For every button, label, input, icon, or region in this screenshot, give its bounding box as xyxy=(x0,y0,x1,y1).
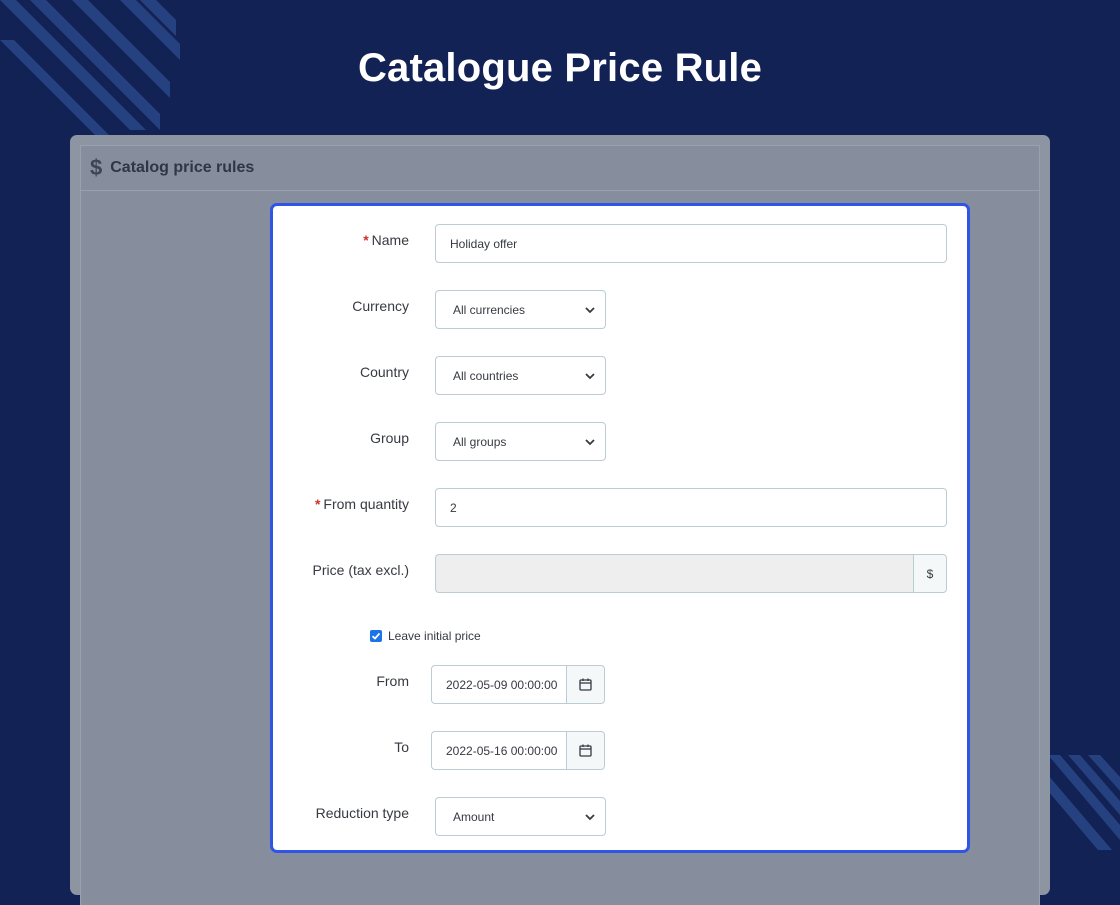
currency-selected: All currencies xyxy=(453,302,526,317)
required-mark: * xyxy=(314,496,321,512)
currency-select[interactable]: All currencies xyxy=(435,290,606,329)
currency-label: Currency xyxy=(352,298,409,314)
price-input-group: $ xyxy=(435,554,947,593)
from-date-group: 2022-05-09 00:00:00 xyxy=(431,665,605,704)
calendar-icon xyxy=(579,678,592,691)
reduction-type-selected: Amount xyxy=(453,809,495,824)
panel-header: $ Catalog price rules xyxy=(81,146,1039,191)
to-date-input[interactable]: 2022-05-16 00:00:00 xyxy=(431,731,566,770)
decorative-stripes xyxy=(1048,755,1120,850)
chevron-down-icon xyxy=(585,813,595,820)
price-label: Price (tax excl.) xyxy=(312,562,409,578)
leave-initial-price-row: Leave initial price xyxy=(370,629,481,643)
calendar-icon xyxy=(579,744,592,757)
reduction-type-select[interactable]: Amount xyxy=(435,797,606,836)
to-date-group: 2022-05-16 00:00:00 xyxy=(431,731,605,770)
name-input[interactable]: Holiday offer xyxy=(435,224,947,263)
group-select[interactable]: All groups xyxy=(435,422,606,461)
from-quantity-label: * From quantity xyxy=(314,496,409,512)
price-input[interactable] xyxy=(435,554,913,593)
chevron-down-icon xyxy=(585,372,595,379)
chevron-down-icon xyxy=(585,438,595,445)
to-calendar-button[interactable] xyxy=(566,731,605,770)
reduction-type-label: Reduction type xyxy=(315,805,409,821)
country-label: Country xyxy=(359,364,409,380)
country-selected: All countries xyxy=(453,368,519,383)
from-label: From xyxy=(376,673,409,689)
from-calendar-button[interactable] xyxy=(566,665,605,704)
currency-addon: $ xyxy=(913,554,947,593)
chevron-down-icon xyxy=(585,306,595,313)
checkmark-icon xyxy=(371,632,381,640)
country-select[interactable]: All countries xyxy=(435,356,606,395)
leave-initial-price-checkbox[interactable] xyxy=(370,630,382,642)
name-label: * Name xyxy=(363,232,409,248)
leave-initial-price-label: Leave initial price xyxy=(388,629,481,643)
required-mark: * xyxy=(363,232,369,248)
to-label: To xyxy=(394,739,409,755)
page-title: Catalogue Price Rule xyxy=(357,46,763,90)
price-rule-form: * Name Holiday offer Currency All currenc… xyxy=(270,203,970,853)
from-quantity-input[interactable]: 2 xyxy=(435,488,947,527)
group-label: Group xyxy=(370,430,409,446)
from-date-input[interactable]: 2022-05-09 00:00:00 xyxy=(431,665,566,704)
panel-title: Catalog price rules xyxy=(110,159,255,176)
group-selected: All groups xyxy=(453,434,507,449)
dollar-icon: $ xyxy=(90,155,103,180)
